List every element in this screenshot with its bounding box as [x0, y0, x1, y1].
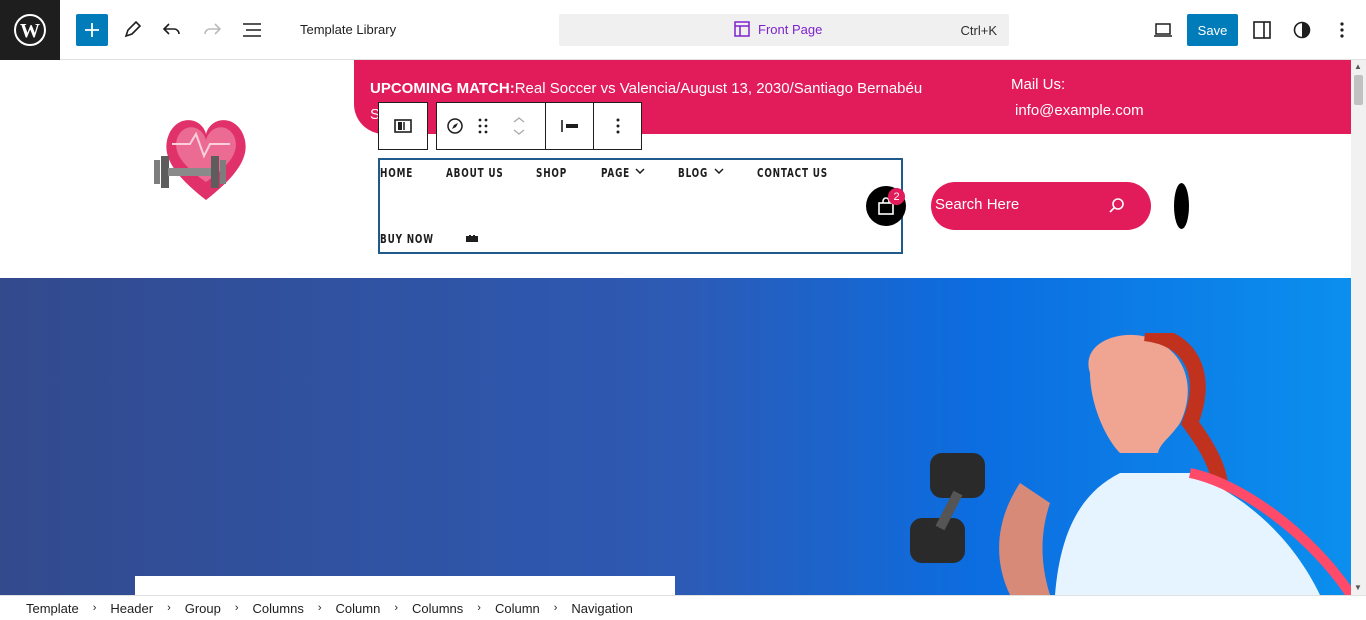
shortcut-hint: Ctrl+K [960, 23, 997, 38]
styles-icon[interactable] [1286, 14, 1318, 46]
breadcrumb-header[interactable]: Header [110, 601, 153, 616]
block-move-group [436, 102, 642, 150]
chevron-right-icon: › [167, 602, 171, 614]
search-bar [931, 182, 1151, 230]
canvas-scrollbar[interactable]: ▲ ▼ [1351, 60, 1366, 595]
breadcrumb-columns[interactable]: Columns [253, 601, 304, 616]
athlete-image [910, 333, 1351, 595]
search-input[interactable] [935, 196, 1105, 213]
search-icon[interactable] [1108, 197, 1126, 215]
chevron-down-icon[interactable] [714, 168, 724, 174]
undo-icon[interactable] [156, 14, 188, 46]
scroll-up-icon[interactable]: ▲ [1354, 62, 1362, 71]
nav-item-about-us[interactable]: ABOUT US [446, 166, 504, 180]
move-up-down-icon[interactable] [493, 103, 545, 149]
mail-address[interactable]: info@example.com [1015, 102, 1144, 119]
breadcrumb-column[interactable]: Column [495, 601, 540, 616]
add-item-icon[interactable] [466, 235, 478, 243]
editor-toolbar: W Template Library Front Page Ctrl+K Sav… [0, 0, 1366, 60]
settings-sidebar-icon[interactable] [1246, 14, 1278, 46]
breadcrumb-navigation[interactable]: Navigation [571, 601, 632, 616]
drag-handle-icon[interactable] [473, 103, 493, 149]
add-block-button[interactable] [76, 14, 108, 46]
nav-item-buy-now[interactable]: BUY NOW [380, 232, 434, 246]
chevron-right-icon: › [92, 602, 97, 614]
page-title: Front Page [758, 21, 823, 37]
nav-item-home[interactable]: HOME [380, 166, 413, 180]
breadcrumb-group[interactable]: Group [185, 601, 221, 616]
chevron-right-icon: › [394, 602, 398, 614]
nav-item-contact-us[interactable]: CONTACT US [757, 166, 828, 180]
device-preview-icon[interactable] [1147, 14, 1179, 46]
menu-toggle[interactable] [1174, 183, 1189, 229]
template-library-label[interactable]: Template Library [300, 22, 396, 37]
chevron-right-icon: › [234, 602, 239, 614]
redo-icon[interactable] [196, 14, 228, 46]
scroll-down-icon[interactable]: ▼ [1354, 583, 1362, 592]
navigation-block[interactable]: HOME ABOUT US SHOP PAGE BLOG CONTACT US … [378, 158, 903, 254]
chevron-right-icon: › [317, 602, 322, 614]
block-type-group [378, 102, 428, 150]
chevron-down-icon[interactable] [635, 168, 645, 174]
hero-banner [0, 278, 1351, 595]
more-options-icon[interactable] [593, 103, 641, 149]
block-toolbar [378, 102, 650, 150]
chevron-right-icon: › [553, 602, 558, 614]
save-button[interactable]: Save [1187, 14, 1238, 46]
chevron-right-icon: › [477, 602, 481, 614]
navigation-block-icon[interactable] [437, 103, 473, 149]
site-logo[interactable] [150, 112, 265, 204]
edit-tools-icon[interactable] [116, 14, 148, 46]
editor-canvas[interactable]: UPCOMING MATCH:Real Soccer vs Valencia/A… [0, 60, 1351, 595]
wordpress-logo-icon[interactable]: W [0, 0, 60, 60]
command-palette-bar[interactable]: Front Page Ctrl+K [559, 14, 1009, 46]
breadcrumb-column[interactable]: Column [336, 601, 381, 616]
hero-card [135, 576, 675, 595]
breadcrumb-template[interactable]: Template [26, 601, 79, 616]
mail-label: Mail Us: [1011, 76, 1066, 93]
match-details: Real Soccer vs Valencia/August 13, 2030/… [514, 80, 923, 97]
block-breadcrumb: Template › Header › Group › Columns › Column… [0, 595, 1366, 620]
parent-block-icon[interactable] [379, 103, 427, 149]
document-overview-icon[interactable] [236, 14, 268, 46]
breadcrumb-columns[interactable]: Columns [412, 601, 463, 616]
nav-item-shop[interactable]: SHOP [536, 166, 567, 180]
match-label: UPCOMING MATCH: [370, 80, 515, 97]
options-icon[interactable] [1326, 14, 1358, 46]
nav-item-blog[interactable]: BLOG [678, 166, 708, 180]
scroll-thumb[interactable] [1354, 75, 1363, 105]
justify-left-icon[interactable] [545, 103, 593, 149]
cart-count-badge: 2 [888, 188, 905, 205]
template-icon [734, 21, 750, 37]
nav-item-page[interactable]: PAGE [601, 166, 630, 180]
svg-text:W: W [20, 20, 40, 42]
